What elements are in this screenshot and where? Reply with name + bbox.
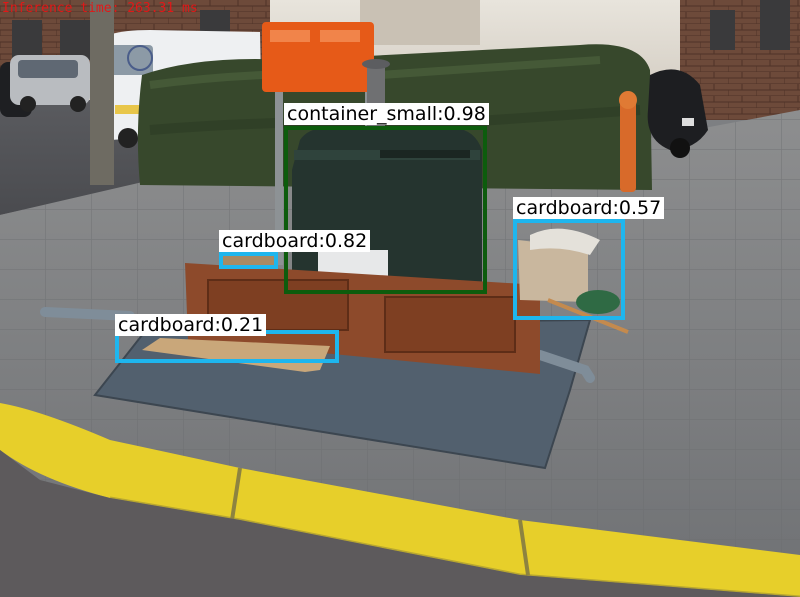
detection-label-cardboard-2: cardboard:0.82: [219, 230, 371, 252]
detection-label-cardboard-1: cardboard:0.57: [513, 197, 665, 219]
detection-label-cardboard-3: cardboard:0.21: [115, 314, 267, 336]
detection-label-container-small: container_small:0.98: [284, 103, 489, 125]
detection-box-cardboard-1: [513, 219, 625, 320]
detection-box-cardboard-2: [219, 252, 278, 269]
detection-box-container-small: [284, 126, 487, 294]
detection-overlay: Inference time: 263.31 ms container_smal…: [0, 0, 800, 597]
inference-time-text: Inference time: 263.31 ms: [2, 1, 198, 16]
